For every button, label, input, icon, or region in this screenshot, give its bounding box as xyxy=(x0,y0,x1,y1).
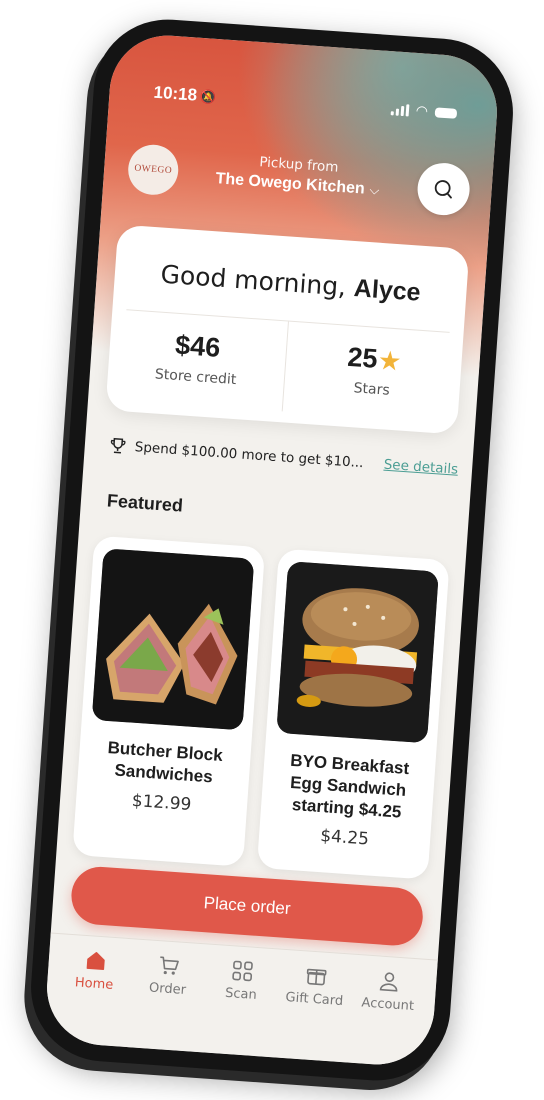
tab-account[interactable]: Account xyxy=(349,967,426,1068)
tab-gift-card[interactable]: Gift Card xyxy=(275,962,352,1063)
rewards-promo: Spend $100.00 more to get $10... See det… xyxy=(108,436,459,478)
wifi-icon: ◠ xyxy=(415,102,429,120)
stars-value: 25 xyxy=(346,341,379,374)
stars-label: Stars xyxy=(353,380,391,399)
tab-label: Order xyxy=(148,980,187,999)
gift-icon xyxy=(306,968,327,986)
featured-carousel[interactable]: Butcher Block Sandwiches $12.99 BYO Brea… xyxy=(72,535,450,880)
product-name: BYO Breakfast Egg Sandwich starting $4.2… xyxy=(289,750,410,822)
qr-scan-icon xyxy=(232,960,253,982)
muted-bell-icon: 🔕 xyxy=(199,89,217,106)
person-icon xyxy=(379,972,398,992)
cart-icon xyxy=(160,956,180,975)
product-image-sandwich xyxy=(91,548,255,731)
bottom-tab-bar: Home Order Scan Gift Card Account xyxy=(43,932,438,1069)
greeting-name: Alyce xyxy=(352,274,422,307)
promo-text: Spend $100.00 more to get $10... xyxy=(134,439,365,472)
product-card[interactable]: Butcher Block Sandwiches $12.99 xyxy=(72,535,266,867)
greeting-text: Good morning, Alyce xyxy=(114,256,467,310)
store-credit-stat[interactable]: $46 Store credit xyxy=(106,309,287,411)
battery-icon xyxy=(434,107,458,119)
trophy-icon xyxy=(110,437,126,454)
tab-scan[interactable]: Scan xyxy=(202,957,279,1058)
product-price: $4.25 xyxy=(319,826,370,850)
phone-frame: 10:18 🔕 ◠ OWEGO Pickup from The Owego Kit… xyxy=(26,14,518,1086)
tab-home[interactable]: Home xyxy=(55,946,132,1047)
product-price: $12.99 xyxy=(131,790,192,815)
greeting-prefix: Good morning, xyxy=(159,259,355,303)
star-icon: ★ xyxy=(378,347,401,375)
stats-row: $46 Store credit 25★ Stars xyxy=(106,309,464,424)
product-name: Butcher Block Sandwiches xyxy=(107,738,224,787)
app-screen: 10:18 🔕 ◠ OWEGO Pickup from The Owego Kit… xyxy=(43,31,501,1069)
store-credit-value: $46 xyxy=(174,329,222,363)
chevron-down-icon: ⌵ xyxy=(369,181,380,198)
store-credit-label: Store credit xyxy=(154,366,237,389)
signal-icon xyxy=(390,103,410,117)
place-order-button[interactable]: Place order xyxy=(69,864,425,948)
product-image-egg-sandwich xyxy=(276,561,439,744)
tab-label: Account xyxy=(361,995,415,1014)
tab-label: Gift Card xyxy=(285,990,344,1010)
tab-label: Home xyxy=(74,975,114,993)
greeting-card: Good morning, Alyce $46 Store credit 25★… xyxy=(105,224,470,435)
tab-order[interactable]: Order xyxy=(128,951,205,1052)
status-time: 10:18 xyxy=(152,82,198,105)
tab-label: Scan xyxy=(224,985,258,1003)
stars-value-row: 25★ xyxy=(285,338,462,381)
featured-heading: Featured xyxy=(106,490,184,516)
home-icon xyxy=(86,951,105,970)
status-icons: ◠ xyxy=(390,101,458,122)
stars-stat[interactable]: 25★ Stars xyxy=(281,321,464,424)
stage: 10:18 🔕 ◠ OWEGO Pickup from The Owego Kit… xyxy=(0,0,544,1100)
search-icon xyxy=(434,180,452,199)
product-card[interactable]: BYO Breakfast Egg Sandwich starting $4.2… xyxy=(256,548,450,880)
see-details-link[interactable]: See details xyxy=(383,457,458,478)
